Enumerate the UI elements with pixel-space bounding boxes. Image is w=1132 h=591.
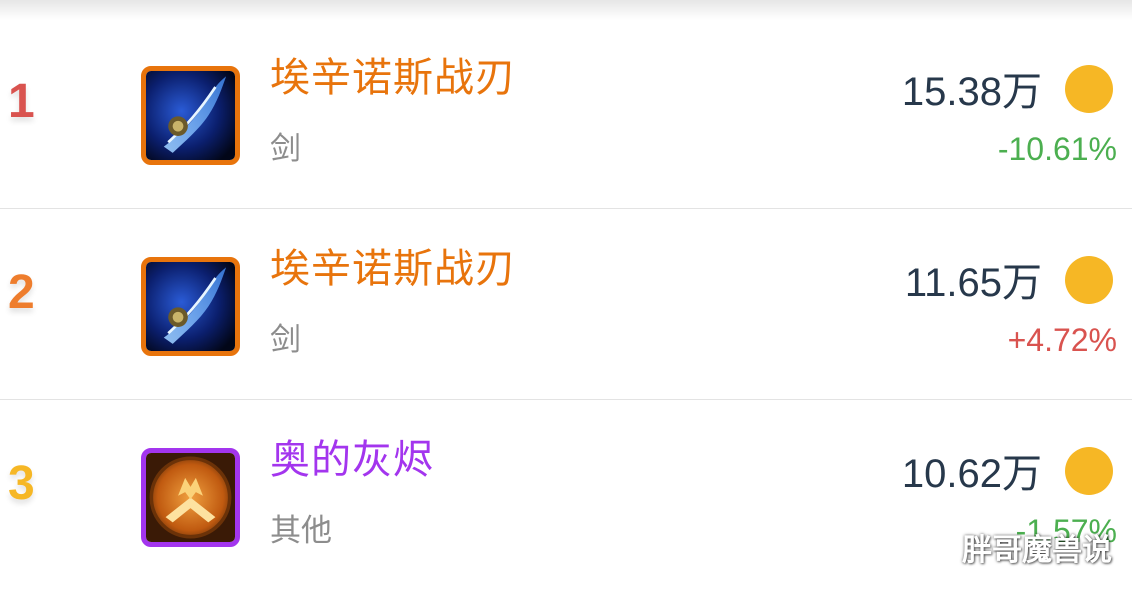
item-category: 剑 [270, 131, 301, 167]
price-change: -10.61% [997, 131, 1117, 167]
list-item[interactable]: 1 埃辛诺斯战刃 剑 15.38万 -10.61% [0, 18, 1132, 209]
list-item[interactable]: 2 埃辛诺斯战刃 剑 11.65万 +4.72% [0, 209, 1132, 400]
rank-number: 3 [8, 457, 35, 510]
item-icon-frame [141, 66, 240, 165]
item-price: 15.38万 [901, 70, 1042, 114]
auction-ranking-list: 1 埃辛诺斯战刃 剑 15.38万 -10.61% 2 埃辛诺斯战刃 剑 11.… [0, 18, 1132, 591]
gold-coin-icon [1065, 65, 1113, 113]
watermark: 胖哥魔兽说 [962, 533, 1112, 568]
top-shadow [0, 0, 1132, 20]
item-price: 10.62万 [901, 452, 1042, 496]
item-icon-frame [141, 257, 240, 356]
item-icon-frame [141, 448, 240, 547]
item-name[interactable]: 奥的灰烬 [270, 436, 434, 484]
item-price: 11.65万 [904, 261, 1042, 305]
rank-number: 2 [8, 266, 35, 319]
item-category: 剑 [270, 322, 301, 358]
gold-coin-icon [1065, 447, 1113, 495]
ashes-icon [146, 453, 235, 542]
item-name[interactable]: 埃辛诺斯战刃 [270, 245, 516, 293]
gold-coin-icon [1065, 256, 1113, 304]
blade-icon [146, 71, 235, 160]
item-category: 其他 [270, 513, 332, 549]
rank-number: 1 [8, 75, 35, 128]
blade-icon [146, 262, 235, 351]
price-change: +4.72% [1007, 322, 1117, 358]
item-name[interactable]: 埃辛诺斯战刃 [270, 54, 516, 102]
